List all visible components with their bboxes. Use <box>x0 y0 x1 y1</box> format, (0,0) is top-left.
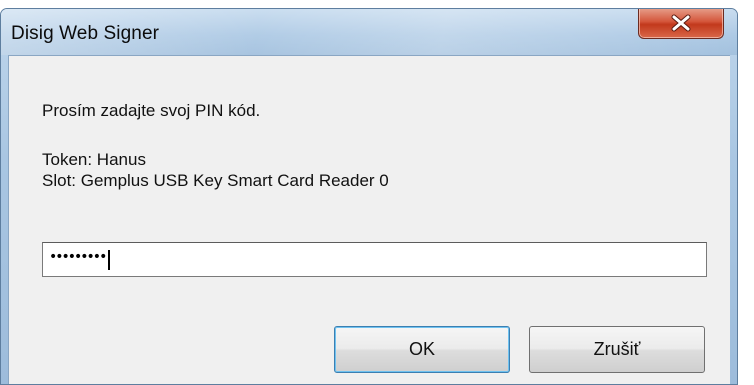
dialog-body: Prosím zadajte svoj PIN kód. Token: Hanu… <box>8 55 730 384</box>
title-bar[interactable]: Disig Web Signer <box>1 9 737 55</box>
pin-masked-value: ••••••••• <box>49 248 107 265</box>
pin-prompt-label: Prosím zadajte svoj PIN kód. <box>42 101 261 120</box>
dialog-window: Disig Web Signer Prosím zadajte svoj PIN… <box>0 8 738 385</box>
desktop-background-right <box>738 0 754 385</box>
pin-input[interactable]: ••••••••• <box>42 242 707 277</box>
cancel-button[interactable]: Zrušiť <box>529 326 705 373</box>
text-caret <box>108 249 111 270</box>
window-title: Disig Web Signer <box>11 23 160 44</box>
ok-button[interactable]: OK <box>334 326 510 373</box>
close-icon <box>671 14 691 32</box>
close-button[interactable] <box>638 9 724 39</box>
token-label: Token: Hanus <box>42 150 146 169</box>
slot-label: Slot: Gemplus USB Key Smart Card Reader … <box>42 171 389 190</box>
